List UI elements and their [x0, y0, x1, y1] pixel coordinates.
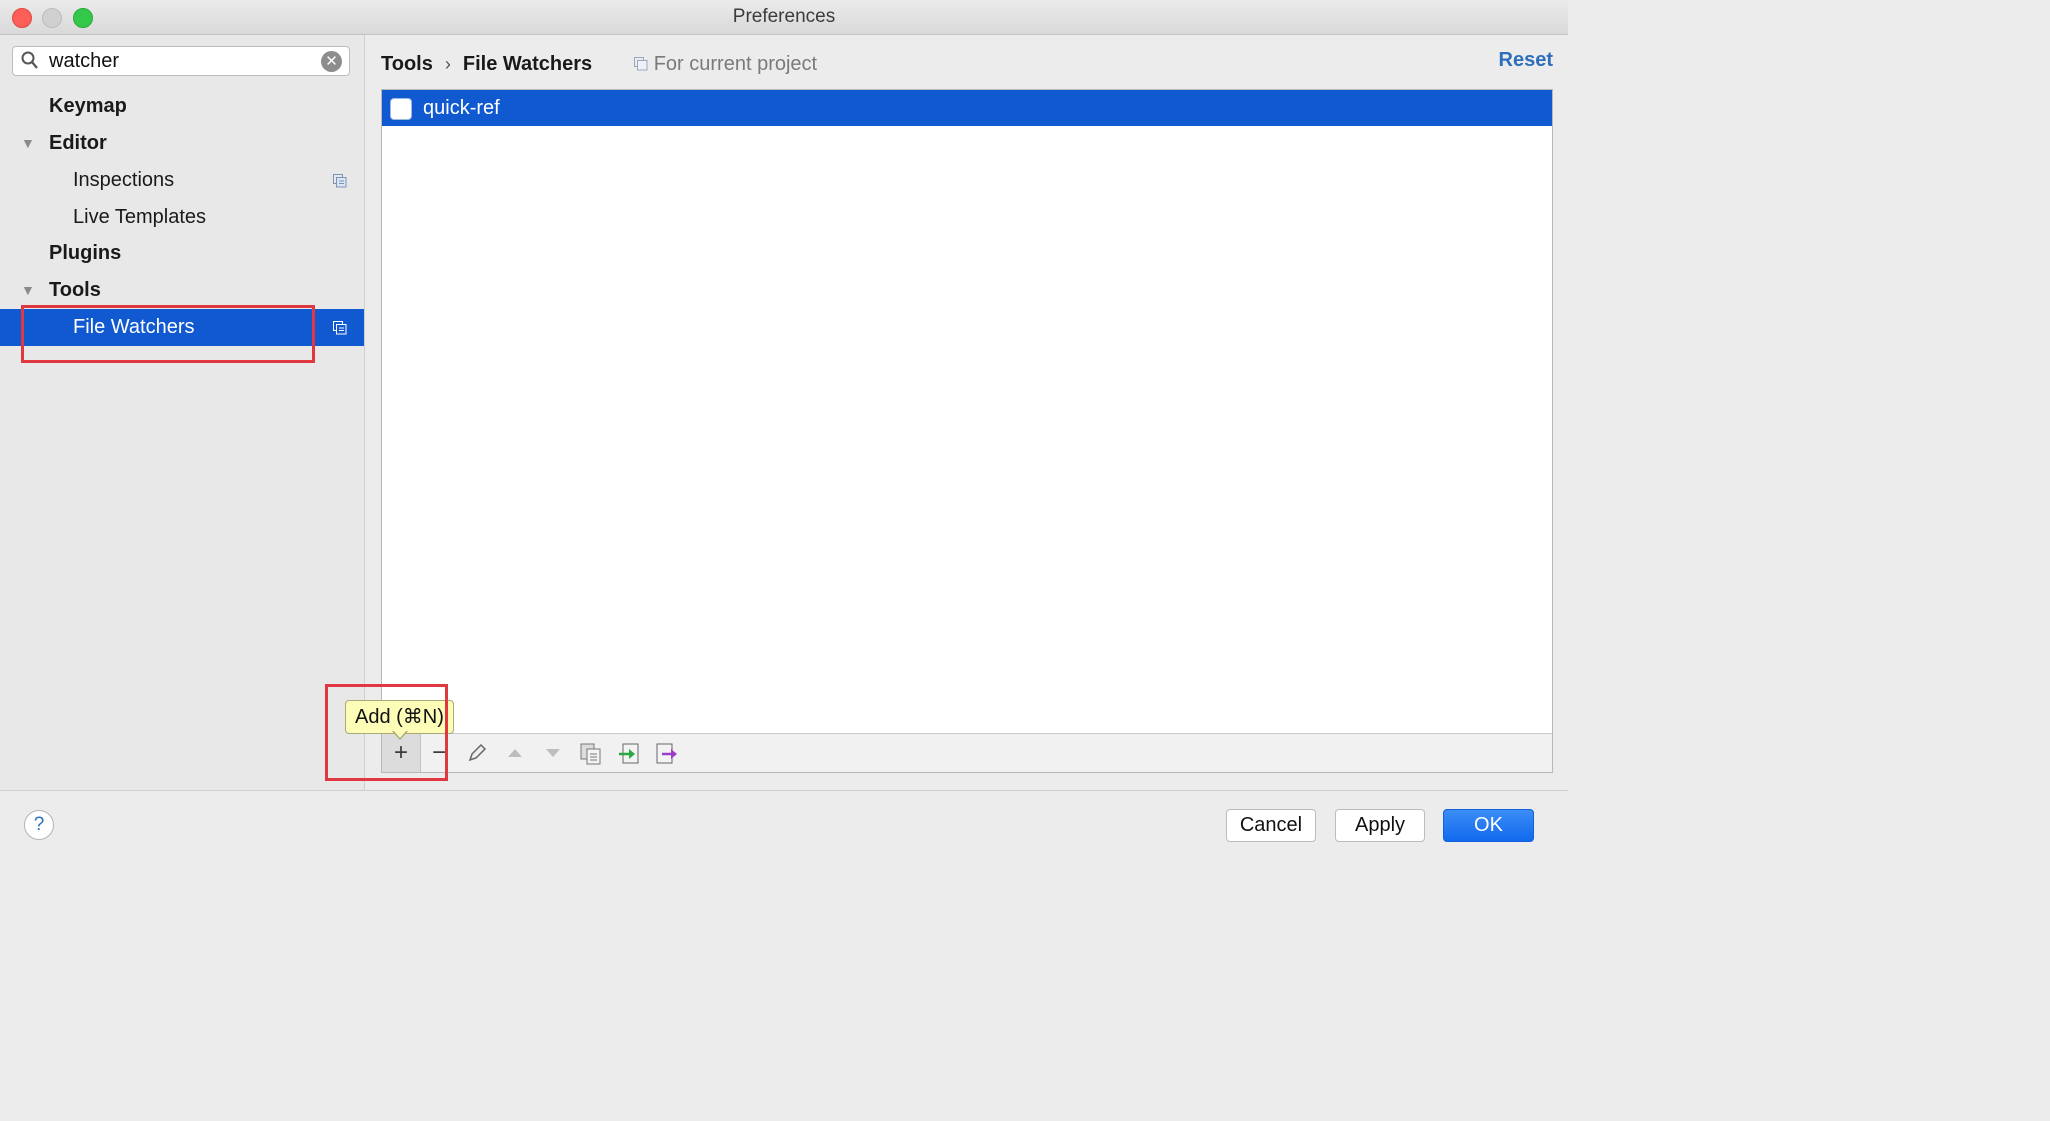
sidebar-item-inspections[interactable]: Inspections [0, 162, 364, 199]
sidebar-item-label: Live Templates [73, 206, 207, 228]
project-scope-icon [333, 174, 347, 188]
breadcrumb: Tools › File Watchers For current project [381, 49, 817, 77]
project-scope-icon [333, 321, 347, 335]
search-icon[interactable] [21, 51, 39, 71]
export-icon[interactable] [648, 734, 686, 772]
breadcrumb-separator: › [444, 53, 451, 74]
clear-search-icon[interactable]: ✕ [321, 51, 342, 72]
sidebar-item-keymap[interactable]: Keymap [0, 88, 364, 125]
sidebar-item-plugins[interactable]: Plugins [0, 235, 364, 272]
list-toolbar: + − [381, 733, 1553, 773]
settings-search-box[interactable]: ✕ [12, 46, 350, 76]
copy-icon[interactable] [572, 734, 610, 772]
scope-label: For current project [653, 53, 818, 76]
sidebar-item-label: Keymap [49, 95, 127, 117]
breadcrumb-parent[interactable]: Tools [381, 50, 433, 78]
scope-indicator: For current project [633, 49, 818, 78]
sidebar-item-tools[interactable]: ▼ Tools [0, 272, 364, 309]
move-down-icon[interactable] [534, 734, 572, 772]
expand-arrow-icon[interactable]: ▼ [21, 125, 37, 162]
ok-button[interactable]: OK [1443, 809, 1534, 842]
sidebar-item-label: Plugins [49, 242, 122, 264]
remove-button[interactable]: − [420, 734, 458, 772]
add-tooltip: Add (⌘N) [345, 700, 454, 734]
edit-icon[interactable] [458, 734, 496, 772]
dialog-footer: ? Cancel Apply OK [0, 790, 1568, 858]
settings-search-input[interactable] [49, 49, 319, 73]
enable-watcher-checkbox[interactable] [390, 98, 412, 120]
tooltip-pointer-fill [393, 730, 407, 738]
help-icon[interactable]: ? [24, 810, 54, 840]
settings-content-panel: Tools › File Watchers For current project … [365, 35, 1568, 790]
watcher-name: quick-ref [423, 97, 500, 119]
preferences-window: Preferences ✕ Keymap ▼ Editor Inspection… [0, 0, 1568, 858]
project-scope-icon [633, 57, 648, 71]
title-bar: Preferences [0, 0, 1568, 35]
sidebar-item-editor[interactable]: ▼ Editor [0, 125, 364, 162]
window-title: Preferences [732, 6, 836, 27]
expand-arrow-icon[interactable]: ▼ [21, 272, 37, 309]
reset-link[interactable]: Reset [1499, 49, 1553, 72]
sidebar-item-live-templates[interactable]: Live Templates [0, 199, 364, 236]
list-item[interactable]: quick-ref [382, 90, 1552, 126]
sidebar-item-file-watchers[interactable]: File Watchers [0, 309, 364, 346]
breadcrumb-current: File Watchers [462, 52, 593, 75]
sidebar-item-label: File Watchers [73, 316, 195, 338]
file-watchers-list: quick-ref [381, 89, 1553, 735]
sidebar-item-label: Inspections [73, 169, 175, 191]
import-icon[interactable] [610, 734, 648, 772]
move-up-icon[interactable] [496, 734, 534, 772]
settings-sidebar: ✕ Keymap ▼ Editor Inspections Live Templ… [0, 35, 365, 790]
cancel-button[interactable]: Cancel [1226, 809, 1316, 842]
apply-button[interactable]: Apply [1335, 809, 1425, 842]
sidebar-item-label: Tools [49, 279, 101, 301]
sidebar-item-label: Editor [49, 132, 107, 154]
